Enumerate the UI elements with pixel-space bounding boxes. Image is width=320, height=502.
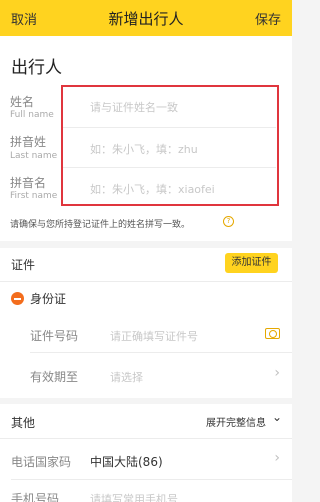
phone-label: 手机号码 [11,492,60,502]
expiry-select[interactable]: 请选择 [110,369,143,385]
last-name-sublabel: Last name [10,151,58,161]
documents-title: 证件 [11,258,36,272]
expiry-label: 有效期至 [30,370,79,384]
remove-id-icon[interactable] [11,292,24,305]
id-number-label: 证件号码 [30,329,79,343]
save-button[interactable]: 保存 [255,9,281,28]
highlight-box [61,85,279,206]
divider [0,281,292,282]
full-name-label: 姓名 [10,95,35,109]
add-document-button[interactable]: 添加证件 [225,253,278,273]
other-title: 其他 [11,416,36,430]
divider [0,438,292,439]
country-code-label: 电话国家码 [11,455,72,469]
top-bar: 取消 新增出行人 保存 [0,0,292,36]
name-hint: 请确保与您所持登记证件上的姓名拼写一致。 [10,220,191,230]
id-number-input[interactable]: 请正确填写证件号 [110,328,198,344]
divider [11,479,292,480]
first-name-label: 拼音名 [10,176,47,190]
expand-info-button[interactable]: 展开完整信息 [206,414,266,429]
country-code-select[interactable]: 中国大陆(86) [90,453,163,470]
help-icon[interactable]: ? [223,216,234,227]
chevron-right-icon[interactable]: › [274,365,280,381]
traveler-section-title: 出行人 [11,58,62,78]
full-name-sublabel: Full name [10,110,54,120]
id-card-title: 身份证 [30,292,67,306]
chevron-right-icon[interactable]: › [274,450,280,466]
camera-icon[interactable] [265,328,280,339]
divider [30,352,292,353]
phone-input[interactable]: 请填写常用手机号 [90,491,178,502]
last-name-label: 拼音姓 [10,135,47,149]
first-name-sublabel: First name [10,191,58,201]
page-title: 新增出行人 [108,10,184,28]
chevron-down-icon[interactable]: ⌄ [272,410,282,424]
